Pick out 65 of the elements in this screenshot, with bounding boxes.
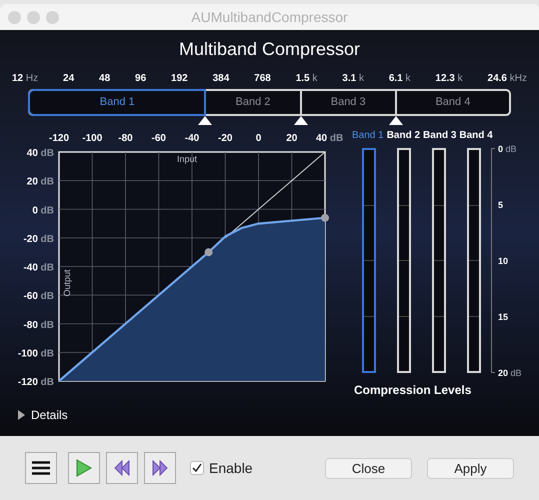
axis-tick-label: 40 dB xyxy=(316,133,344,144)
scale-label: 0 dB xyxy=(498,143,518,156)
checkmark-icon xyxy=(192,463,202,473)
frequency-label: 12 Hz xyxy=(12,72,38,86)
menu-button[interactable] xyxy=(25,452,57,484)
axis-tick-label: -120 xyxy=(49,133,69,144)
frequency-label: 192 xyxy=(171,72,188,86)
axis-tick-label: -100 xyxy=(82,133,102,144)
axis-tick-label: -40 xyxy=(184,133,200,144)
enable-label: Enable xyxy=(209,458,253,478)
axis-tick-label: -100 dB xyxy=(18,348,54,360)
disclosure-triangle-icon xyxy=(18,410,25,420)
axis-tick-label: -60 dB xyxy=(23,291,54,302)
window-title: AUMultibandCompressor xyxy=(190,8,349,27)
scale-label: 20 dB xyxy=(498,366,522,380)
axis-tick-label: 20 xyxy=(286,133,298,144)
frequency-label: 12.3 k xyxy=(435,72,463,86)
frequency-label: 48 xyxy=(99,72,110,86)
meters-caption: Compression Levels xyxy=(354,382,472,399)
rewind-icon xyxy=(114,460,130,476)
axis-tick-label: -80 xyxy=(118,133,133,144)
frequency-label: 768 xyxy=(254,72,271,86)
enable-checkbox[interactable] xyxy=(190,461,204,475)
frequency-label: 3.1 k xyxy=(342,72,364,86)
axis-tick-label: -40 dB xyxy=(23,262,54,274)
axis-tick-label: -80 dB xyxy=(23,320,54,331)
frequency-label: 24.6 kHz xyxy=(488,72,527,86)
play-button[interactable] xyxy=(68,452,100,484)
dialog-button[interactable]: Close xyxy=(325,458,412,478)
band-tab[interactable]: Band 1 xyxy=(30,91,204,114)
dialog-button[interactable]: Apply xyxy=(427,458,514,478)
play-icon xyxy=(76,459,92,477)
rewind-button[interactable] xyxy=(106,452,138,484)
scale-label: 10 xyxy=(498,254,510,268)
meter-label[interactable]: Band 1 xyxy=(352,128,384,143)
x-axis-title: Input xyxy=(177,154,198,164)
frequency-label: 24 xyxy=(63,72,74,86)
frequency-label: 384 xyxy=(212,72,230,86)
fast-forward-button[interactable] xyxy=(144,452,176,484)
plugin-title: Multiband Compressor xyxy=(178,38,360,61)
axis-tick-label: 40 dB xyxy=(26,148,54,159)
axis-tick-label: -120 dB xyxy=(18,377,54,388)
frequency-label: 1.5 k xyxy=(296,72,318,86)
frequency-label: 6.1 k xyxy=(388,72,411,86)
axis-tick-label: 20 dB xyxy=(26,176,54,188)
band-tab[interactable]: Band 2 xyxy=(206,91,300,114)
axis-tick-label: -60 xyxy=(152,133,166,144)
scale-label: 5 xyxy=(498,198,504,212)
meter-label[interactable]: Band 4 xyxy=(459,128,493,143)
band-tab[interactable]: Band 4 xyxy=(396,91,510,114)
frequency-label: 96 xyxy=(135,72,146,86)
axis-tick-label: 0 xyxy=(256,133,262,144)
limit-handle[interactable] xyxy=(321,214,329,222)
meter-label[interactable]: Band 3 xyxy=(423,128,456,143)
y-axis-title: Output xyxy=(62,269,72,296)
axis-tick-label: 0 dB xyxy=(32,205,54,216)
band-tab[interactable]: Band 3 xyxy=(302,91,395,114)
knee-handle[interactable] xyxy=(204,248,213,256)
fast-forward-icon xyxy=(152,460,168,476)
meter-label[interactable]: Band 2 xyxy=(386,128,420,143)
menu-icon xyxy=(32,461,50,475)
axis-tick-label: -20 dB xyxy=(23,234,54,245)
axis-tick-label: -20 xyxy=(218,133,232,144)
details-disclosure[interactable]: Details xyxy=(18,406,68,424)
scale-label: 15 xyxy=(498,310,510,324)
